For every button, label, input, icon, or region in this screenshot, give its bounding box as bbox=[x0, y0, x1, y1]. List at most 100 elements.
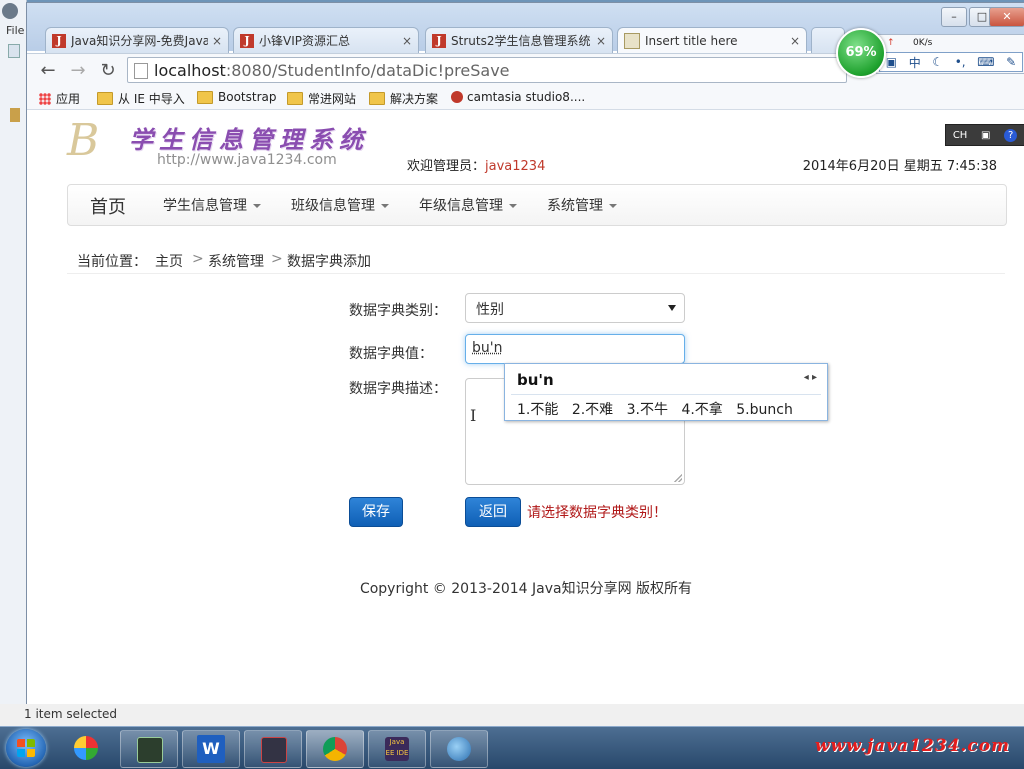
ime-mode[interactable]: 中 bbox=[909, 54, 921, 71]
breadcrumb-current: 数据字典添加 bbox=[287, 254, 371, 270]
ime-candidate[interactable]: 3.不牛 bbox=[627, 402, 668, 418]
ime-status-bar[interactable]: ▣ 中 ☾ •, ⌨ ✎ bbox=[879, 52, 1023, 72]
nav-student-mgmt[interactable]: 学生信息管理 bbox=[163, 195, 261, 215]
value-input-text: bu'n bbox=[472, 340, 503, 356]
punctuation-icon[interactable]: •, bbox=[955, 55, 966, 69]
nav-class-mgmt[interactable]: 班级信息管理 bbox=[291, 195, 389, 215]
settings-icon[interactable]: ✎ bbox=[1006, 55, 1016, 69]
bookmark-label: Bootstrap bbox=[218, 90, 277, 104]
java-favicon-icon: J bbox=[52, 33, 66, 48]
ime-candidate[interactable]: 4.不拿 bbox=[681, 402, 722, 418]
close-window-button[interactable]: ✕ bbox=[989, 7, 1024, 27]
breadcrumb-home[interactable]: 主页 bbox=[155, 251, 183, 271]
memory-usage-ball[interactable]: 69% bbox=[836, 28, 886, 78]
forward-arrow-icon[interactable]: → bbox=[67, 60, 89, 82]
bookmark-label: camtasia studio8.... bbox=[467, 90, 586, 104]
nav-system-mgmt[interactable]: 系统管理 bbox=[547, 195, 617, 215]
breadcrumb-system[interactable]: 系统管理 bbox=[208, 251, 264, 271]
bookmark-label: 应用 bbox=[56, 92, 81, 106]
keyboard-icon[interactable]: ⌨ bbox=[977, 55, 994, 69]
url-path: :8080/StudentInfo/dataDic!preSave bbox=[225, 61, 510, 80]
ime-toolbar[interactable]: CH ▣ ? bbox=[945, 124, 1024, 146]
bookmarks-bar: 应用 从 IE 中导入 Bootstrap 常进网站 解决方案 camtasia… bbox=[27, 87, 1024, 110]
bookmark-apps[interactable]: 应用 bbox=[39, 90, 80, 107]
page-viewport: B 学生信息管理系统 http://www.java1234.com 欢迎管理员… bbox=[27, 110, 1024, 705]
ime-language-label[interactable]: CH bbox=[953, 130, 968, 141]
tab-insert-title[interactable]: Insert title here × bbox=[617, 27, 807, 54]
tab-close-icon[interactable]: × bbox=[790, 34, 800, 48]
reload-icon[interactable]: ↻ bbox=[97, 60, 119, 82]
ide-gear-icon[interactable] bbox=[2, 3, 18, 19]
tab-vip-resources[interactable]: J 小锋VIP资源汇总 × bbox=[233, 27, 419, 53]
nav-label: 系统管理 bbox=[547, 198, 603, 214]
windows-logo-icon bbox=[17, 739, 35, 757]
taskbar-app-java-ee[interactable]: Java EE IDE bbox=[368, 730, 426, 768]
start-button[interactable] bbox=[6, 729, 46, 767]
value-input[interactable]: bu'n bbox=[465, 334, 685, 364]
tab-close-icon[interactable]: × bbox=[402, 34, 412, 48]
java-favicon-icon: J bbox=[240, 33, 254, 48]
ime-candidate[interactable]: 1.不能 bbox=[517, 402, 558, 418]
ide-menu-file[interactable]: File bbox=[6, 24, 24, 37]
ime-candidate[interactable]: 2.不难 bbox=[572, 402, 613, 418]
ide-toolbar-icon[interactable] bbox=[8, 44, 20, 58]
tab-java-share[interactable]: J Java知识分享网-免费Java × bbox=[45, 27, 229, 53]
breadcrumb-prefix: 当前位置： bbox=[77, 254, 147, 270]
java-favicon-icon: J bbox=[432, 33, 446, 48]
text-cursor-icon: I bbox=[470, 406, 477, 425]
taskbar-app-dolphin[interactable] bbox=[430, 730, 488, 768]
console-app-icon bbox=[261, 737, 287, 763]
upload-arrow-icon: ↑ bbox=[887, 38, 895, 48]
taskbar-app-word[interactable]: W bbox=[182, 730, 240, 768]
tab-label: 小锋VIP资源汇总 bbox=[259, 34, 350, 48]
ide-package-icon[interactable] bbox=[10, 108, 20, 122]
tab-struts2-system[interactable]: J Struts2学生信息管理系统 × bbox=[425, 27, 613, 53]
dropdown-arrow-icon bbox=[668, 305, 676, 311]
category-select[interactable]: 性别 bbox=[465, 293, 685, 323]
page-favicon-icon bbox=[624, 33, 640, 49]
bookmark-ie-import[interactable]: 从 IE 中导入 bbox=[97, 90, 185, 107]
ime-settings-icon[interactable]: ▣ bbox=[981, 130, 990, 141]
ime-logo-icon[interactable]: ▣ bbox=[886, 55, 897, 69]
taskbar-app-colorful[interactable] bbox=[58, 730, 114, 766]
taskbar-app-console[interactable] bbox=[244, 730, 302, 768]
ide-background-window: File bbox=[0, 0, 27, 704]
resize-grip-icon[interactable] bbox=[674, 474, 682, 482]
bookmark-camtasia[interactable]: camtasia studio8.... bbox=[451, 90, 585, 104]
bookmark-frequent-sites[interactable]: 常进网站 bbox=[287, 90, 356, 107]
bookmark-label: 从 IE 中导入 bbox=[118, 92, 185, 106]
help-icon[interactable]: ? bbox=[1004, 128, 1018, 142]
apps-grid-icon bbox=[39, 92, 51, 105]
tab-label: Struts2学生信息管理系统 bbox=[451, 34, 591, 48]
admin-username: java1234 bbox=[485, 159, 546, 174]
folder-icon bbox=[197, 90, 213, 104]
save-button[interactable]: 保存 bbox=[349, 497, 403, 527]
folder-icon bbox=[369, 92, 385, 105]
ime-candidate[interactable]: 5.bunch bbox=[736, 402, 793, 418]
site-logo-icon: B bbox=[67, 115, 100, 166]
status-text: 1 item selected bbox=[24, 707, 118, 721]
tab-close-icon[interactable]: × bbox=[212, 34, 222, 48]
minimize-button[interactable]: – bbox=[941, 7, 967, 27]
taskbar-app-chrome[interactable] bbox=[306, 730, 364, 768]
nav-home[interactable]: 首页 bbox=[90, 193, 126, 219]
breadcrumb-separator: > bbox=[271, 251, 283, 267]
folder-icon bbox=[287, 92, 303, 105]
back-button[interactable]: 返回 bbox=[465, 497, 521, 527]
moon-icon[interactable]: ☾ bbox=[932, 55, 943, 69]
tab-close-icon[interactable]: × bbox=[596, 34, 606, 48]
nav-grade-mgmt[interactable]: 年级信息管理 bbox=[419, 195, 517, 215]
address-bar[interactable]: localhost:8080/StudentInfo/dataDic!preSa… bbox=[127, 57, 847, 83]
category-selected-value: 性别 bbox=[476, 302, 504, 318]
taskbar-app-terminal[interactable] bbox=[120, 730, 178, 768]
explorer-status-bar: 1 item selected bbox=[0, 704, 1024, 726]
bookmark-solutions[interactable]: 解决方案 bbox=[369, 90, 438, 107]
back-arrow-icon[interactable]: ← bbox=[37, 60, 59, 82]
network-speed-widget[interactable]: ↑ 0K/s ▣ 中 ☾ •, ⌨ ✎ bbox=[876, 34, 1024, 74]
caret-down-icon bbox=[609, 204, 617, 208]
breadcrumb: 当前位置： 主页 > 系统管理 > 数据字典添加 bbox=[67, 243, 1005, 274]
address-url[interactable]: localhost:8080/StudentInfo/dataDic!preSa… bbox=[154, 61, 510, 80]
breadcrumb-separator: > bbox=[192, 251, 204, 267]
ime-page-arrows-icon[interactable]: ◂ ▸ bbox=[804, 372, 817, 383]
bookmark-bootstrap[interactable]: Bootstrap bbox=[197, 90, 276, 104]
